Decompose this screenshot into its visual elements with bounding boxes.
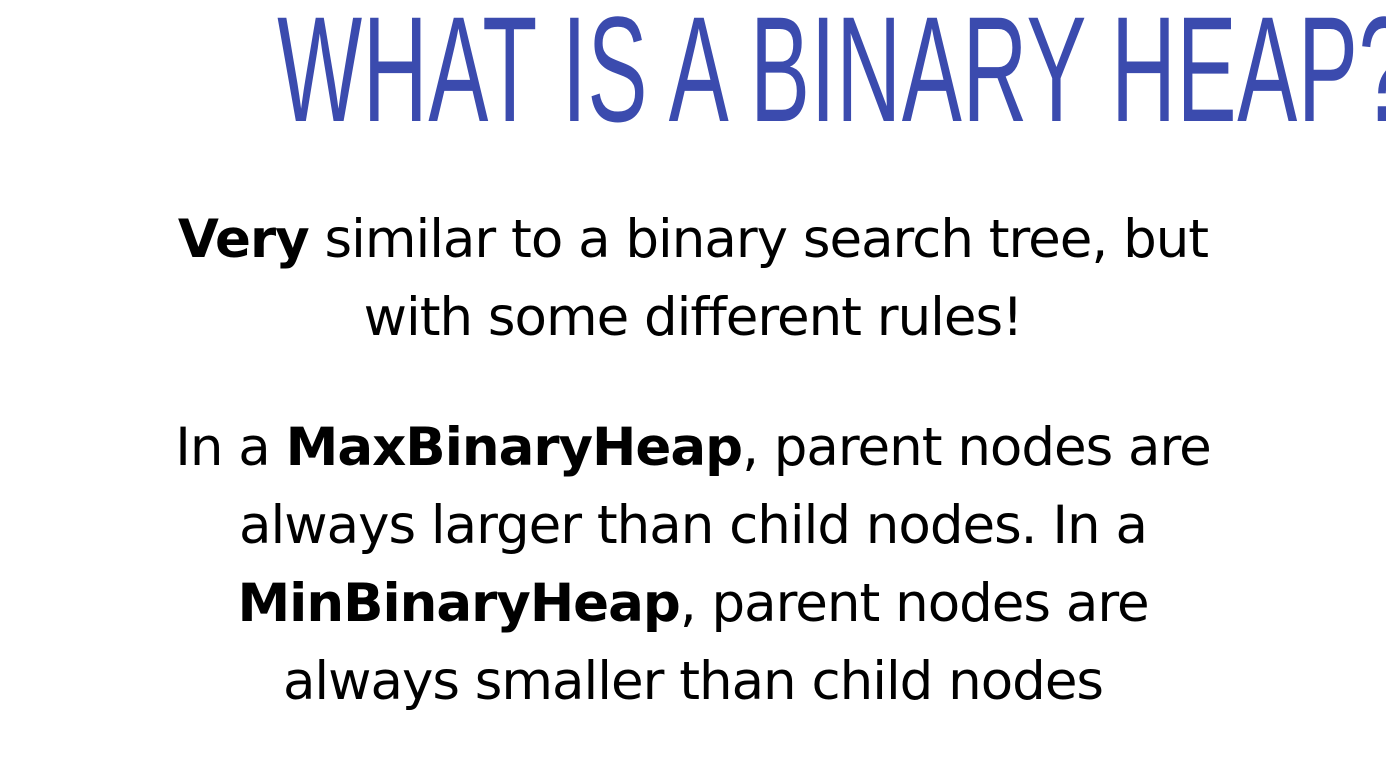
intro-line-1: Very similar to a binary search tree, bu… [40,201,1346,279]
term-min-binary-heap: MinBinaryHeap [237,573,680,634]
definition-line-3-post: , parent nodes are [679,573,1150,634]
paragraph-definitions: In a MaxBinaryHeap, parent nodes are alw… [40,409,1346,721]
definition-line-4: always smaller than child nodes [282,651,1104,712]
slide: WHAT IS A BINARY HEAP? Very similar to a… [0,0,1386,770]
emphasis-very: Very [177,209,310,270]
intro-line-1-text: similar to a binary search tree, but [308,209,1210,270]
definition-line-2: always larger than child nodes. In a [239,495,1148,556]
slide-title: WHAT IS A BINARY HEAP? [277,0,1386,153]
title-container: WHAT IS A BINARY HEAP? [0,0,1386,144]
definition-line-1-post: , parent nodes are [742,417,1212,478]
term-max-binary-heap: MaxBinaryHeap [285,417,743,478]
paragraph-intro: Very similar to a binary search tree, bu… [40,201,1346,357]
intro-line-2: with some different rules! [363,287,1024,348]
definition-line-3: MinBinaryHeap, parent nodes are [40,565,1346,643]
definition-line-1: In a MaxBinaryHeap, parent nodes are [40,409,1346,487]
definition-line-1-pre: In a [175,417,286,478]
